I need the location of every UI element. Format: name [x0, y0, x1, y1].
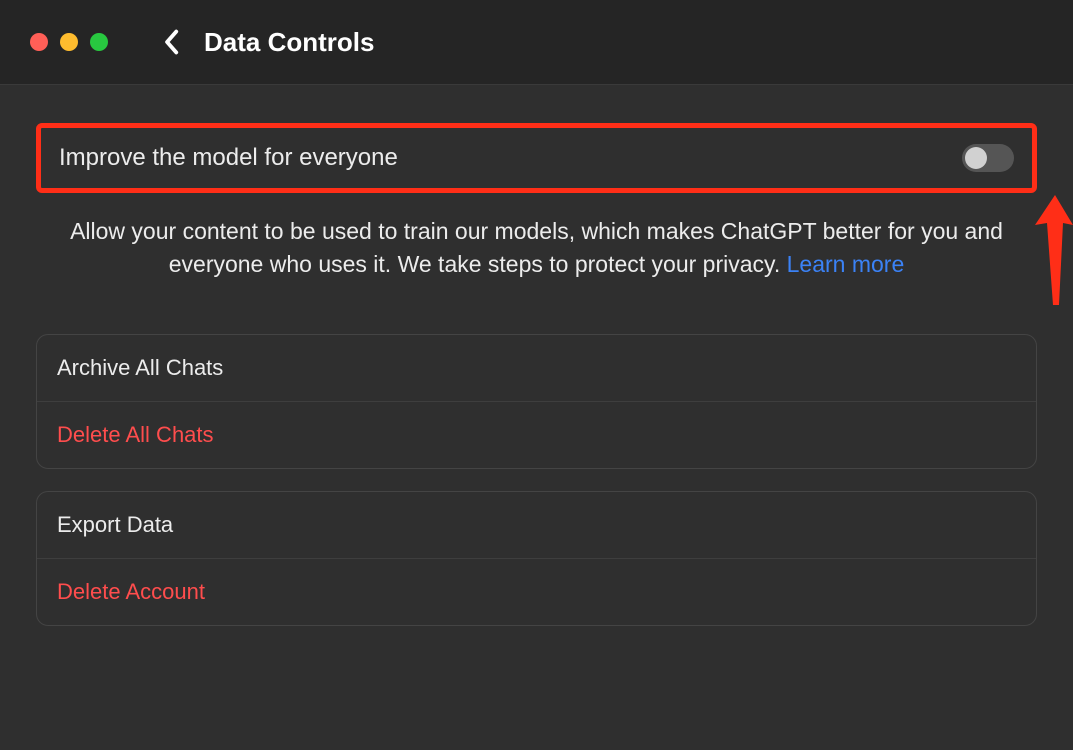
back-button[interactable] [156, 27, 186, 57]
account-card: Export Data Delete Account [36, 491, 1037, 626]
improve-model-description: Allow your content to be used to train o… [46, 215, 1027, 282]
delete-account-button[interactable]: Delete Account [37, 558, 1036, 625]
export-data-button[interactable]: Export Data [37, 492, 1036, 558]
close-window-icon[interactable] [30, 33, 48, 51]
toggle-knob-icon [965, 147, 987, 169]
titlebar: Data Controls [0, 0, 1073, 85]
content-area: Improve the model for everyone Allow you… [0, 85, 1073, 626]
archive-all-chats-button[interactable]: Archive All Chats [37, 335, 1036, 401]
delete-all-chats-button[interactable]: Delete All Chats [37, 401, 1036, 468]
improve-model-toggle[interactable] [962, 144, 1014, 172]
chats-card: Archive All Chats Delete All Chats [36, 334, 1037, 469]
page-title: Data Controls [204, 27, 374, 58]
improve-model-row: Improve the model for everyone [36, 123, 1037, 193]
minimize-window-icon[interactable] [60, 33, 78, 51]
improve-model-label: Improve the model for everyone [59, 144, 398, 172]
maximize-window-icon[interactable] [90, 33, 108, 51]
learn-more-link[interactable]: Learn more [787, 251, 905, 277]
chevron-left-icon [162, 29, 180, 55]
window-controls [30, 33, 108, 51]
